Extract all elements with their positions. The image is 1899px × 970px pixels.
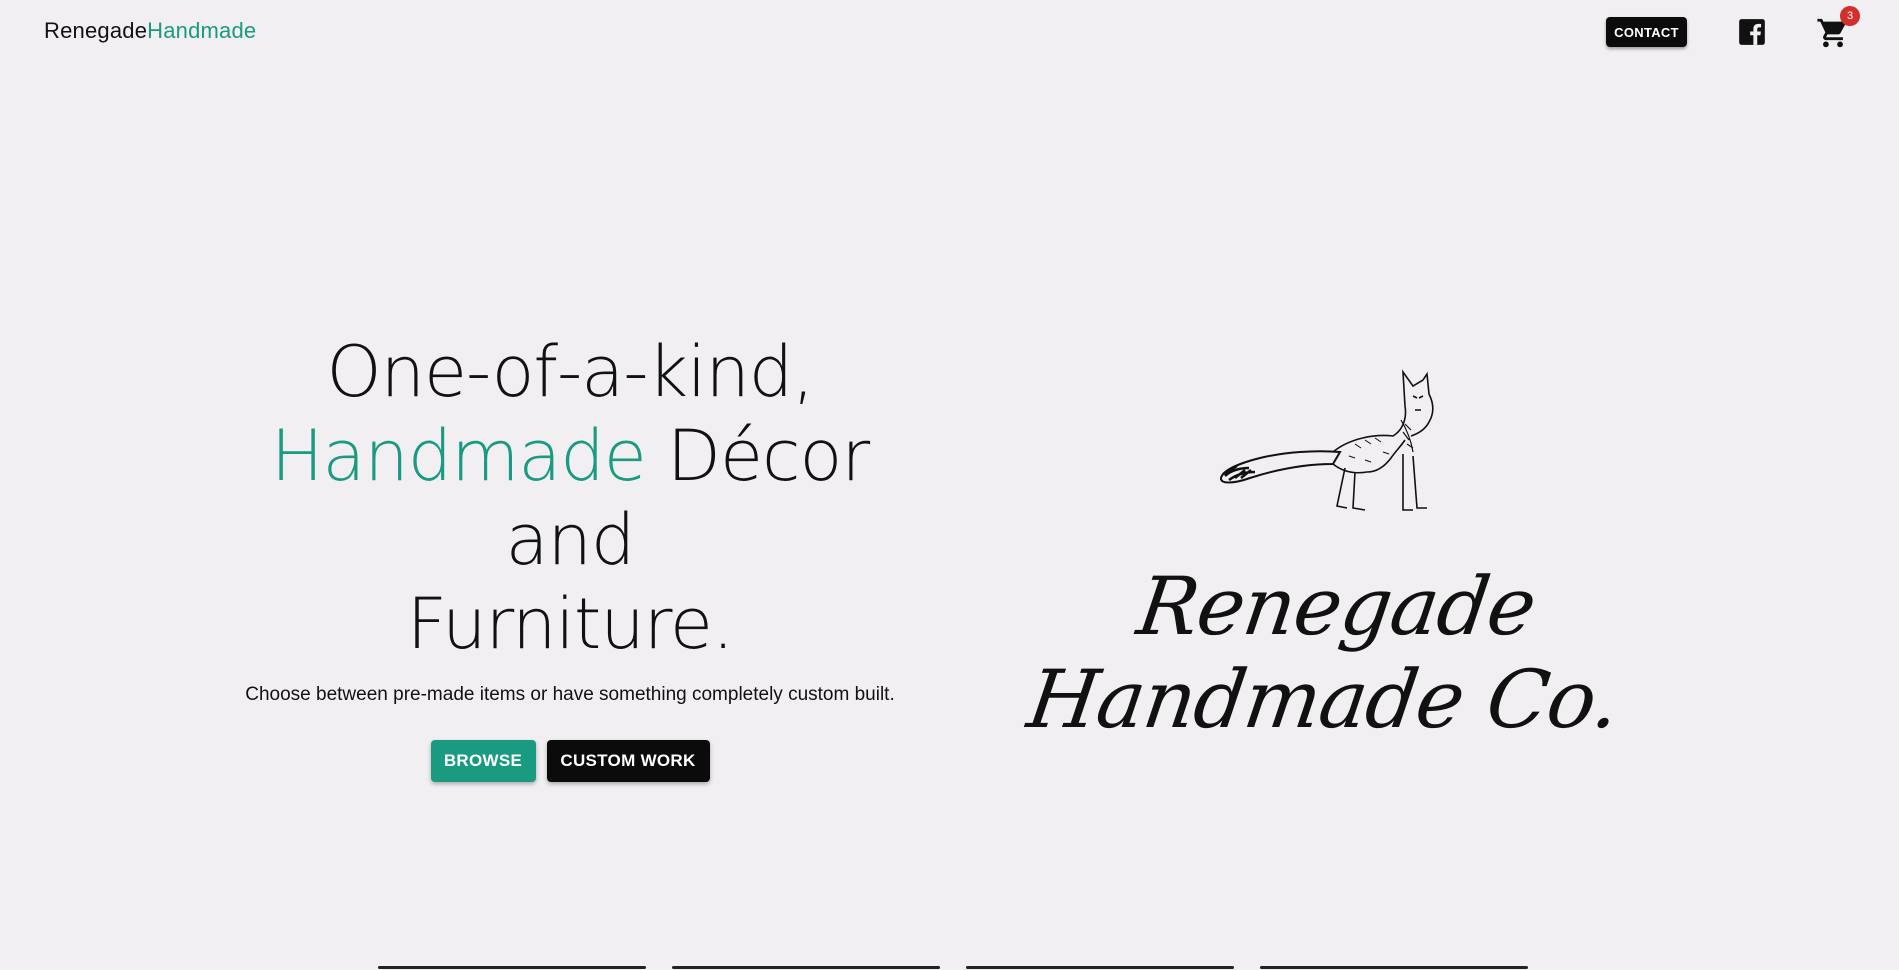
hero-text: One-of-a-kind, Handmade Décor and Furnit… — [200, 330, 940, 782]
site-header: RenegadeHandmade CONTACT 3 — [0, 0, 1899, 64]
brand-script-title: Renegade Handmade Co. — [1022, 560, 1625, 746]
fox-illustration — [1220, 369, 1434, 511]
custom-work-button[interactable]: CUSTOM WORK — [546, 740, 710, 782]
hero-subtitle: Choose between pre-made items or have so… — [245, 684, 895, 705]
next-section-card-edge — [672, 966, 940, 969]
logo-text-handmade: Handmade — [147, 18, 257, 43]
browse-button[interactable]: BROWSE — [430, 740, 536, 782]
next-section-card-edge — [378, 966, 646, 969]
facebook-icon[interactable] — [1738, 18, 1766, 46]
hero-headline: One-of-a-kind, Handmade Décor and Furnit… — [200, 330, 940, 666]
headline-line-1: One-of-a-kind, — [326, 331, 814, 413]
next-section-edge — [0, 966, 1899, 970]
hero-brand: Renegade Handmade Co. — [960, 350, 1700, 746]
cart-button[interactable]: 3 — [1816, 6, 1860, 50]
hero-buttons: BROWSE CUSTOM WORK — [200, 740, 940, 782]
page: RenegadeHandmade CONTACT 3 One-of-a-kind… — [0, 0, 1899, 970]
next-section-card-edge — [966, 966, 1234, 969]
cart-count-badge: 3 — [1840, 6, 1860, 26]
contact-button[interactable]: CONTACT — [1606, 17, 1687, 47]
site-logo[interactable]: RenegadeHandmade — [44, 18, 256, 44]
logo-text-renegade: Renegade — [44, 18, 148, 43]
headline-accent: Handmade — [270, 415, 647, 497]
headline-line-3: Furniture. — [406, 583, 735, 665]
next-section-card-edge — [1260, 966, 1528, 969]
